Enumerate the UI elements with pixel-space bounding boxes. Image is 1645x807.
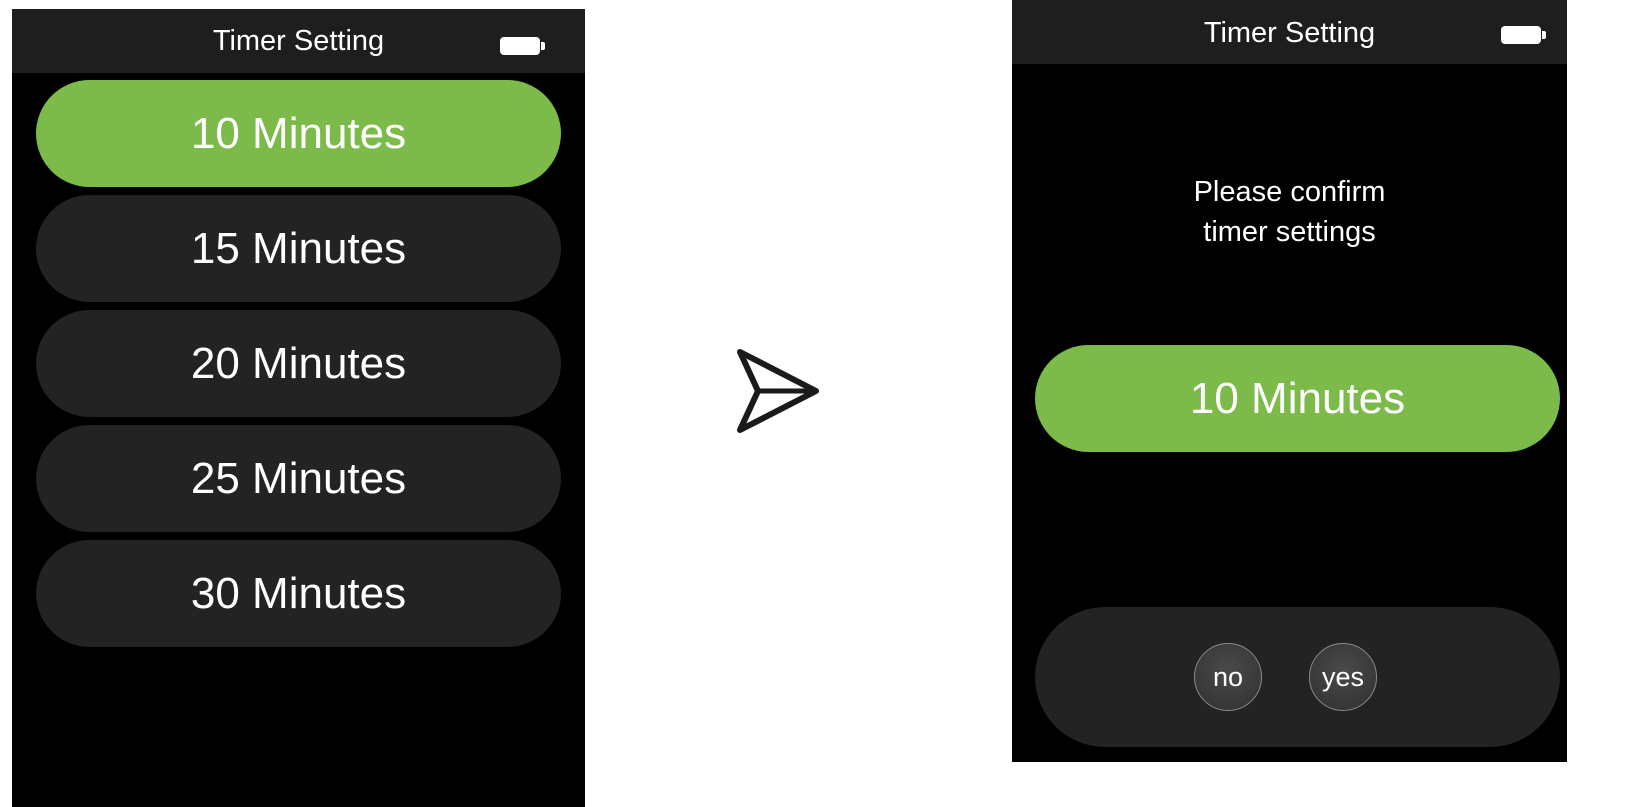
screen-title: Timer Setting <box>212 25 385 57</box>
timer-option-list: 10 Minutes 15 Minutes 20 Minutes 25 Minu… <box>36 80 561 655</box>
timer-option-10[interactable]: 10 Minutes <box>36 80 561 187</box>
confirm-prompt-line-2: timer settings <box>1203 216 1376 248</box>
confirm-prompt-line-1: Please confirm <box>1193 176 1386 208</box>
timer-option-15[interactable]: 15 Minutes <box>36 195 561 302</box>
timer-option-30[interactable]: 30 Minutes <box>36 540 561 647</box>
timer-option-25[interactable]: 25 Minutes <box>36 425 561 532</box>
screen-title: Timer Setting <box>1203 17 1376 49</box>
stage: Timer Setting 10 Minutes 15 Minutes 20 M… <box>0 0 1645 807</box>
battery-full-icon <box>1501 26 1546 44</box>
confirm-prompt: Please confirm timer settings <box>1012 172 1567 252</box>
confirm-action-bar: no yes <box>1035 607 1560 747</box>
yes-button[interactable]: yes <box>1309 643 1377 711</box>
header-bar: Timer Setting <box>12 9 585 73</box>
confirm-screen: Timer Setting Please confirm timer setti… <box>1012 0 1567 762</box>
battery-full-icon <box>500 37 545 55</box>
no-button[interactable]: no <box>1194 643 1262 711</box>
timer-option-20[interactable]: 20 Minutes <box>36 310 561 417</box>
timer-setting-screen: Timer Setting 10 Minutes 15 Minutes 20 M… <box>12 9 585 807</box>
selected-timer-value: 10 Minutes <box>1035 345 1560 452</box>
arrow-right-icon <box>736 348 820 434</box>
header-bar: Timer Setting <box>1012 0 1567 64</box>
